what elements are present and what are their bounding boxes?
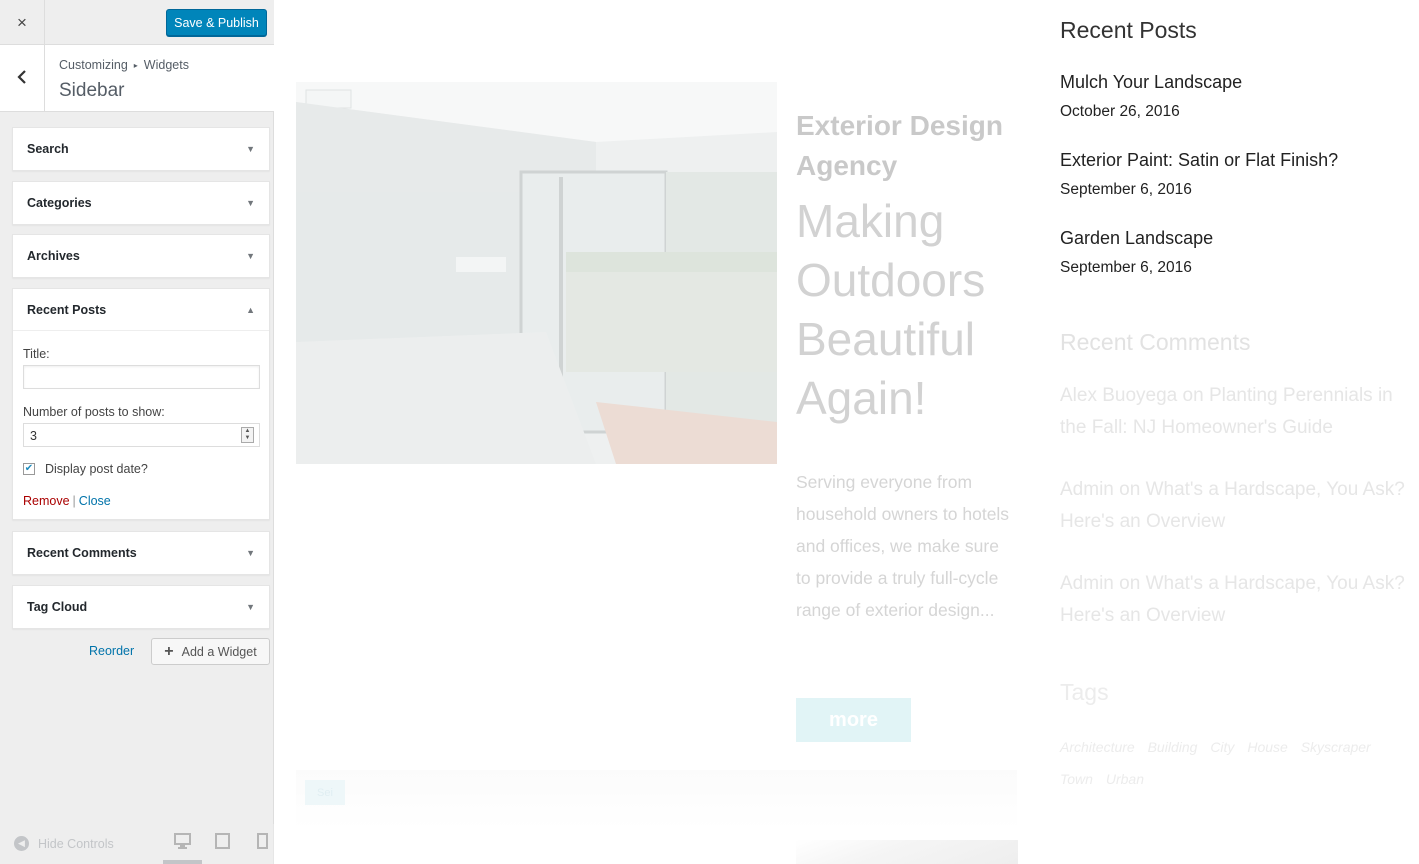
caret-down-icon[interactable]: ▼ xyxy=(246,144,255,154)
tag-link[interactable]: Building xyxy=(1148,739,1198,755)
tag-cloud: Architecture Building City House Skyscra… xyxy=(1060,731,1410,795)
close-customizer-button[interactable]: × xyxy=(0,0,45,45)
widget-tag-cloud: Tag Cloud ▼ xyxy=(12,585,270,629)
add-widget-label: Add a Widget xyxy=(181,644,257,659)
recent-posts-heading: Recent Posts xyxy=(1060,17,1197,43)
widget-header-categories[interactable]: Categories ▼ xyxy=(13,182,269,224)
tag-link[interactable]: Town xyxy=(1060,771,1093,787)
customizer-panel: × Save & Publish Customizing ▸ Widgets Sid… xyxy=(0,0,274,864)
comment-author[interactable]: Admin xyxy=(1060,479,1114,500)
widget-title: Tag Cloud xyxy=(27,600,88,614)
breadcrumb: Customizing ▸ Widgets xyxy=(59,58,189,72)
collapse-icon: ◀ xyxy=(14,836,29,851)
widget-categories: Categories ▼ xyxy=(12,181,270,225)
post-count-label: Number of posts to show: xyxy=(23,405,165,419)
caret-down-icon[interactable]: ▼ xyxy=(246,251,255,261)
hero-description: Serving everyone from household owners t… xyxy=(796,472,1010,620)
comment-on: on xyxy=(1182,385,1204,406)
recent-comments-heading: Recent Comments xyxy=(1060,329,1251,355)
comment-on: on xyxy=(1119,479,1141,500)
tablet-preview-icon[interactable] xyxy=(214,833,231,849)
display-date-label: Display post date? xyxy=(45,462,148,476)
close-icon: × xyxy=(17,12,27,32)
tag-link[interactable]: City xyxy=(1210,739,1234,755)
widget-title: Categories xyxy=(27,196,92,210)
tags-heading: Tags xyxy=(1060,679,1109,705)
section-divider xyxy=(296,770,1017,830)
widget-header-search[interactable]: Search ▼ xyxy=(13,128,269,170)
widget-title: Search xyxy=(27,142,69,156)
site-preview: Exterior Design Agency Making Outdoors B… xyxy=(275,0,1419,864)
spinner-arrows-icon[interactable]: ▲ ▼ xyxy=(241,427,254,443)
mobile-preview-icon[interactable] xyxy=(254,833,271,849)
breadcrumb-root: Customizing xyxy=(59,58,128,72)
plus-icon: + xyxy=(164,642,174,660)
hero-headline: Making Outdoors Beautiful Again! xyxy=(796,195,986,424)
widget-header-tag-cloud[interactable]: Tag Cloud ▼ xyxy=(13,586,269,628)
section-header: Customizing ▸ Widgets Sidebar xyxy=(0,45,274,112)
tag-link[interactable]: Architecture xyxy=(1060,739,1135,755)
post-count-stepper[interactable]: 3 ▲ ▼ xyxy=(23,423,260,447)
widget-form: Title: Number of posts to show: 3 ▲ ▼ ✔ D… xyxy=(13,331,269,520)
section-title: Sidebar xyxy=(59,80,125,101)
title-field-label: Title: xyxy=(23,347,50,361)
recent-post-link[interactable]: Garden Landscape xyxy=(1060,228,1213,249)
add-widget-button[interactable]: + Add a Widget xyxy=(151,638,270,665)
partial-image xyxy=(796,840,1018,864)
widget-archives: Archives ▼ xyxy=(12,234,270,278)
hide-controls-label: Hide Controls xyxy=(38,836,114,851)
close-widget-link[interactable]: Close xyxy=(79,494,111,508)
recent-post-link[interactable]: Exterior Paint: Satin or Flat Finish? xyxy=(1060,150,1338,171)
hero-image xyxy=(296,82,777,464)
post-count-value: 3 xyxy=(30,429,37,443)
customizer-footer: ◀ Hide Controls xyxy=(0,824,274,864)
breadcrumb-child: Widgets xyxy=(143,58,189,72)
recent-post-date: September 6, 2016 xyxy=(1060,259,1192,276)
widget-title: Recent Posts xyxy=(27,302,107,317)
comment-item: Admin on What's a Hardscape, You Ask? He… xyxy=(1060,474,1419,538)
widget-recent-comments: Recent Comments ▼ xyxy=(12,531,270,575)
comment-on: on xyxy=(1119,573,1141,594)
caret-down-icon[interactable]: ▼ xyxy=(246,602,255,612)
active-device-indicator xyxy=(163,860,202,864)
widget-header-recent-posts[interactable]: Recent Posts ▲ xyxy=(13,289,269,331)
save-publish-button[interactable]: Save & Publish xyxy=(166,9,267,36)
caret-down-icon[interactable]: ▼ xyxy=(246,548,255,558)
widget-header-recent-comments[interactable]: Recent Comments ▼ xyxy=(13,532,269,574)
hide-controls-button[interactable]: ◀ Hide Controls xyxy=(14,836,114,851)
comment-item: Alex Buoyega on Planting Perennials in t… xyxy=(1060,380,1419,444)
display-date-checkbox[interactable]: ✔ xyxy=(23,463,35,475)
tag-link[interactable]: Skyscraper xyxy=(1301,739,1371,755)
recent-post-date: October 26, 2016 xyxy=(1060,103,1180,120)
desktop-preview-icon[interactable] xyxy=(174,833,191,849)
caret-down-icon[interactable]: ▼ xyxy=(246,198,255,208)
back-button[interactable] xyxy=(0,45,45,111)
widget-title: Recent Comments xyxy=(27,546,137,560)
comment-item: Admin on What's a Hardscape, You Ask? He… xyxy=(1060,568,1419,632)
site-title: Exterior Design Agency xyxy=(796,110,1003,181)
customizer-header: × Save & Publish xyxy=(0,0,274,45)
reorder-link[interactable]: Reorder xyxy=(89,644,134,658)
chevron-left-icon xyxy=(17,67,27,90)
action-separator: | xyxy=(72,494,76,508)
caret-up-icon[interactable]: ▲ xyxy=(246,305,255,315)
tag-link[interactable]: Urban xyxy=(1106,771,1144,787)
tag-link[interactable]: House xyxy=(1247,739,1287,755)
comment-author[interactable]: Alex Buoyega xyxy=(1060,385,1177,406)
recent-post-date: September 6, 2016 xyxy=(1060,181,1192,198)
faded-label: Sei xyxy=(305,780,345,805)
widget-search: Search ▼ xyxy=(12,127,270,171)
breadcrumb-separator: ▸ xyxy=(133,61,138,70)
remove-widget-link[interactable]: Remove xyxy=(23,494,70,508)
more-button[interactable]: more xyxy=(796,698,911,742)
comment-author[interactable]: Admin xyxy=(1060,573,1114,594)
recent-post-link[interactable]: Mulch Your Landscape xyxy=(1060,72,1242,93)
widget-title: Archives xyxy=(27,249,80,263)
widget-header-archives[interactable]: Archives ▼ xyxy=(13,235,269,277)
title-input[interactable] xyxy=(23,365,260,389)
widget-recent-posts: Recent Posts ▲ Title: Number of posts to… xyxy=(12,288,270,520)
